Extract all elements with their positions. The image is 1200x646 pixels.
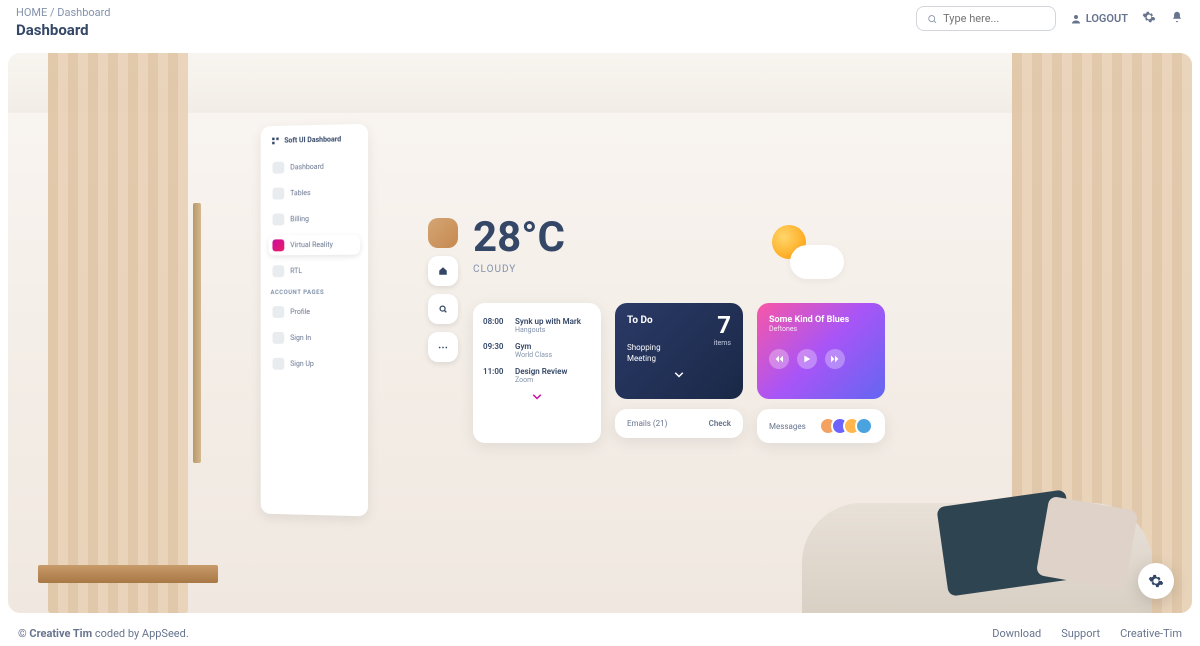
weather-temperature: 28°C bbox=[473, 213, 565, 262]
play-icon bbox=[803, 355, 811, 363]
sidebar-section-label: ACCOUNT PAGES bbox=[270, 289, 360, 296]
schedule-card: 08:00Synk up with MarkHangouts 09:30GymW… bbox=[473, 303, 601, 443]
logout-link[interactable]: LOGOUT bbox=[1070, 12, 1128, 25]
footer-link-support[interactable]: Support bbox=[1061, 627, 1100, 640]
message-avatars bbox=[825, 417, 873, 435]
emails-check-link[interactable]: Check bbox=[709, 419, 731, 428]
music-play-button[interactable] bbox=[797, 349, 817, 369]
shop-icon bbox=[272, 162, 284, 174]
weather-condition: CLOUDY bbox=[473, 264, 565, 275]
table-icon bbox=[272, 188, 284, 200]
hero-background: Soft UI Dashboard Dashboard Tables Billi… bbox=[8, 53, 1192, 613]
vr-icon bbox=[272, 239, 284, 251]
user-icon bbox=[1070, 13, 1082, 25]
chevron-down-icon bbox=[674, 372, 684, 378]
weather-widget: 28°C CLOUDY bbox=[473, 213, 565, 275]
sidebar-item-dashboard[interactable]: Dashboard bbox=[269, 156, 360, 178]
prev-icon bbox=[775, 355, 783, 363]
search-input[interactable] bbox=[943, 12, 1045, 25]
schedule-row[interactable]: 11:00Design ReviewZoom bbox=[473, 363, 601, 388]
search-icon bbox=[927, 13, 937, 25]
sidebar-item-signin[interactable]: Sign In bbox=[269, 328, 360, 348]
chevron-down-icon bbox=[532, 394, 542, 400]
footer-link-download[interactable]: Download bbox=[992, 627, 1041, 640]
sidebar-item-vr[interactable]: Virtual Reality bbox=[269, 234, 360, 255]
ellipsis-icon bbox=[438, 346, 448, 349]
schedule-row[interactable]: 08:00Synk up with MarkHangouts bbox=[473, 313, 601, 338]
page-title: Dashboard bbox=[16, 21, 111, 39]
sidebar-item-signup[interactable]: Sign Up bbox=[269, 354, 360, 375]
breadcrumb-current: Dashboard bbox=[57, 6, 110, 19]
footer-copyright: © Creative Tim coded by AppSeed. bbox=[18, 627, 189, 640]
emails-label: Emails (21) bbox=[627, 419, 667, 428]
signup-icon bbox=[272, 358, 284, 370]
schedule-row[interactable]: 09:30GymWorld Class bbox=[473, 338, 601, 363]
card-icon bbox=[272, 213, 284, 225]
footer-link-creative-tim[interactable]: Creative-Tim bbox=[1120, 627, 1182, 640]
sidebar: Soft UI Dashboard Dashboard Tables Billi… bbox=[261, 124, 368, 517]
sidebar-item-tables[interactable]: Tables bbox=[269, 182, 360, 204]
next-icon bbox=[831, 355, 839, 363]
settings-fab[interactable] bbox=[1138, 563, 1174, 599]
search-icon bbox=[438, 304, 448, 314]
todo-expand[interactable] bbox=[627, 370, 731, 381]
sidebar-item-rtl[interactable]: RTL bbox=[269, 261, 360, 282]
breadcrumb: HOME / Dashboard bbox=[16, 6, 111, 19]
emails-card: Emails (21) Check bbox=[615, 409, 743, 438]
messages-card[interactable]: Messages bbox=[757, 409, 885, 443]
music-card: Some Kind Of Blues Deftones bbox=[757, 303, 885, 399]
sidebar-item-profile[interactable]: Profile bbox=[269, 302, 360, 322]
house-icon bbox=[438, 266, 448, 276]
gear-icon bbox=[1148, 573, 1164, 589]
profile-icon bbox=[272, 306, 284, 318]
signin-icon bbox=[272, 332, 284, 344]
sidebar-brand[interactable]: Soft UI Dashboard bbox=[269, 134, 360, 146]
search-button[interactable] bbox=[428, 294, 458, 324]
sidebar-item-billing[interactable]: Billing bbox=[269, 208, 360, 229]
avatar[interactable] bbox=[428, 218, 458, 248]
gear-icon[interactable] bbox=[1142, 10, 1156, 27]
search-input-wrapper[interactable] bbox=[916, 6, 1056, 31]
home-button[interactable] bbox=[428, 256, 458, 286]
weather-icon bbox=[768, 223, 844, 279]
todo-card[interactable]: To Do 7 items ShoppingMeeting bbox=[615, 303, 743, 399]
schedule-expand[interactable] bbox=[473, 388, 601, 403]
music-next-button[interactable] bbox=[825, 349, 845, 369]
rtl-icon bbox=[272, 265, 284, 277]
more-button[interactable] bbox=[428, 332, 458, 362]
breadcrumb-home[interactable]: HOME bbox=[16, 6, 47, 19]
bell-icon[interactable] bbox=[1170, 10, 1184, 27]
music-prev-button[interactable] bbox=[769, 349, 789, 369]
